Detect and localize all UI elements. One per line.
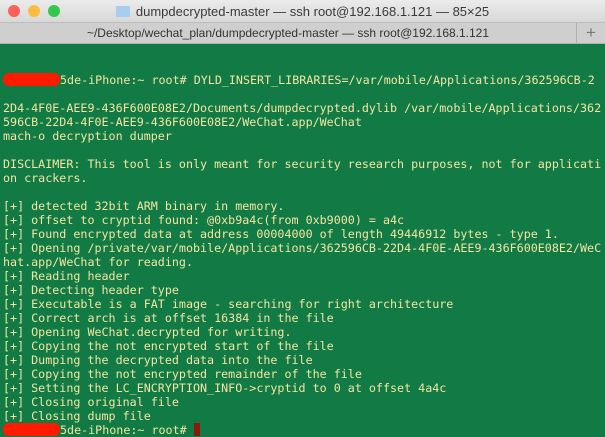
close-button[interactable]: [8, 5, 20, 17]
terminal-line: 2D4-4F0E-AEE9-436F600E08E2/Documents/dum…: [3, 101, 602, 115]
redacted-hostname: [3, 73, 60, 86]
minimize-button[interactable]: [28, 5, 40, 17]
terminal-line: [+] Closing original file: [3, 395, 179, 409]
tab-bar: ~/Desktop/wechat_plan/dumpdecrypted-mast…: [0, 22, 605, 44]
terminal-output[interactable]: 5de-iPhone:~ root# DYLD_INSERT_LIBRARIES…: [3, 45, 605, 437]
terminal-line: hat.app/WeChat for reading.: [3, 255, 193, 269]
terminal-line: [+] Closing dump file: [3, 409, 151, 423]
cursor: [193, 423, 200, 436]
terminal-line: [+] Detecting header type: [3, 283, 179, 297]
prompt-line: 5de-iPhone:~ root#: [3, 423, 605, 437]
zoom-button[interactable]: [48, 5, 60, 17]
terminal-line: [+] Opening /private/var/mobile/Applicat…: [3, 241, 602, 255]
terminal-line: [+] offset to cryptid found: @0xb9a4c(fr…: [3, 213, 405, 227]
terminal-line: [+] detected 32bit ARM binary in memory.: [3, 199, 285, 213]
terminal-line: [+] Copying the not encrypted start of t…: [3, 339, 334, 353]
terminal-line: on crackers.: [3, 171, 88, 185]
terminal-line: [+] Found encrypted data at address 0000…: [3, 227, 559, 241]
terminal-line: DISCLAIMER: This tool is only meant for …: [3, 157, 602, 171]
title-bar: dumpdecrypted-master — ssh root@192.168.…: [0, 0, 605, 22]
terminal-line: 5de-iPhone:~ root# DYLD_INSERT_LIBRARIES…: [3, 73, 605, 87]
terminal-line: [+] Setting the LC_ENCRYPTION_INFO->cryp…: [3, 381, 447, 395]
window-title: dumpdecrypted-master — ssh root@192.168.…: [135, 3, 490, 19]
terminal-line: [+] Correct arch is at offset 16384 in t…: [3, 311, 334, 325]
terminal-line: mach-o decryption dumper: [3, 129, 172, 143]
new-tab-button[interactable]: +: [576, 23, 605, 43]
terminal-line: 596CB-22D4-4F0E-AEE9-436F600E08E2/WeChat…: [3, 115, 362, 129]
tab-ssh[interactable]: ~/Desktop/wechat_plan/dumpdecrypted-mast…: [0, 23, 576, 43]
terminal-line: [+] Dumping the decrypted data into the …: [3, 353, 313, 367]
folder-icon: [115, 5, 130, 17]
terminal-line: [+] Reading header: [3, 269, 130, 283]
terminal-line: [+] Opening WeChat.decrypted for writing…: [3, 325, 292, 339]
terminal-line: [+] Copying the not encrypted remainder …: [3, 367, 362, 381]
redacted-hostname: [3, 423, 60, 436]
terminal-line: [+] Executable is a FAT image - searchin…: [3, 297, 454, 311]
